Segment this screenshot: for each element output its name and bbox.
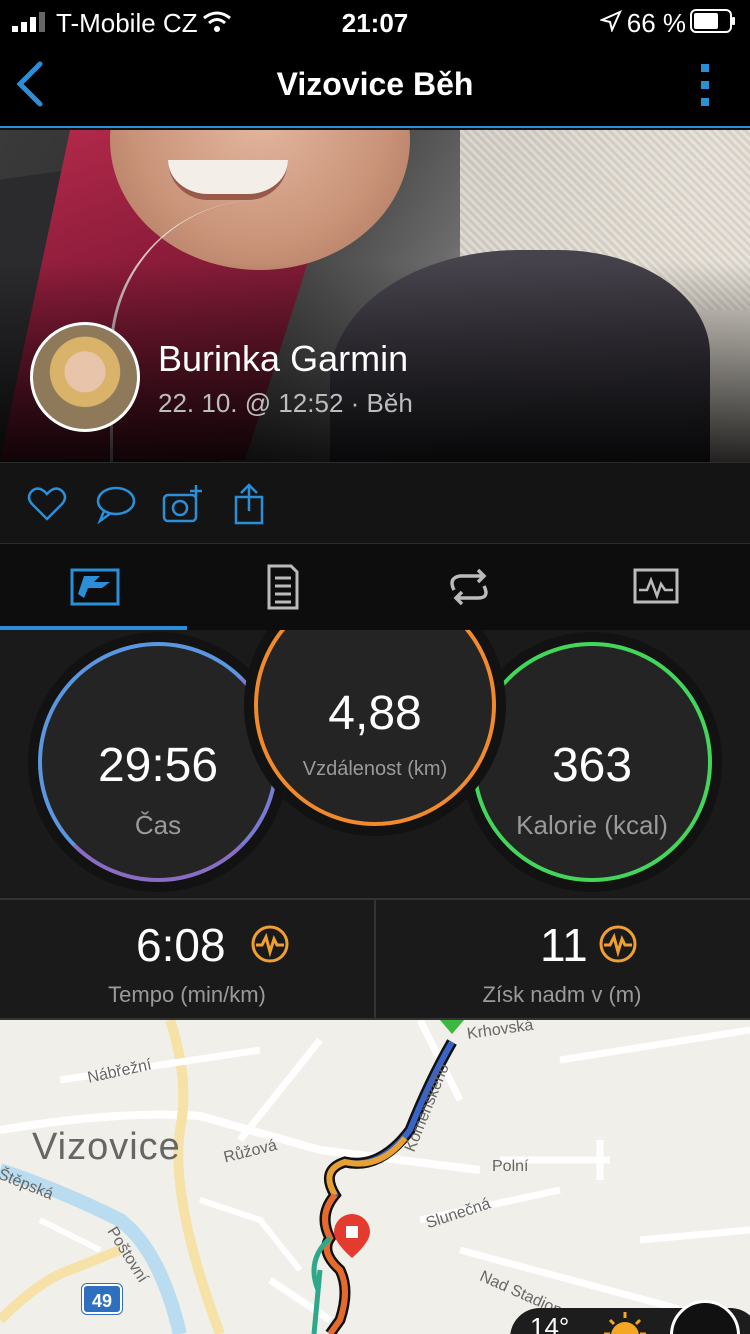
distance-value: 4,88 (328, 687, 422, 740)
overview-icon (70, 568, 120, 606)
tab-laps[interactable] (374, 544, 561, 630)
pace-value: 6:08 (136, 919, 226, 971)
weather-pill[interactable]: 14° (510, 1300, 750, 1334)
activity-meta: 22. 10. @ 12:52 · Běh (158, 388, 413, 418)
details-icon (267, 564, 299, 610)
pace-label: Tempo (min/km) (108, 982, 266, 1007)
comment-icon[interactable] (94, 483, 136, 525)
distance-stat[interactable]: 4,88 Vzdálenost (km) (254, 630, 496, 826)
battery-icon (690, 9, 735, 33)
share-icon[interactable] (228, 483, 270, 525)
location-arrow-icon (600, 10, 622, 32)
sun-icon (604, 1312, 646, 1334)
calories-value: 363 (551, 739, 633, 792)
tab-bar (0, 544, 750, 630)
street-label: Polní (492, 1158, 529, 1175)
route-map[interactable]: Vizovice Nábřežní Růžová Komenského Krho… (0, 1020, 750, 1334)
summary-stats: 29:56 Čas 363 Kalorie (kcal) 4,88 Vzdále… (0, 630, 750, 898)
time-stat[interactable]: 29:56 Čas (38, 642, 278, 882)
road-number-badge: 49 (82, 1284, 122, 1314)
charts-icon (633, 568, 679, 604)
map-town-label: Vizovice (32, 1126, 181, 1168)
avatar[interactable] (30, 322, 140, 432)
user-name[interactable]: Burinka Garmin (158, 338, 408, 380)
time-label: Čas (134, 810, 182, 840)
add-photo-icon[interactable] (162, 483, 204, 525)
metrics-row: 6:08 Tempo (min/km) 11 Získ nadm v (m) (0, 898, 750, 1020)
calories-label: Kalorie (kcal) (516, 810, 668, 840)
pulse-icon (251, 925, 289, 963)
calories-stat[interactable]: 363 Kalorie (kcal) (472, 642, 712, 882)
laps-icon (450, 568, 488, 606)
elevation-metric[interactable]: 11 Získ nadm v (m) (374, 900, 748, 1020)
pulse-icon (599, 925, 637, 963)
tab-details[interactable] (187, 544, 374, 630)
more-options-icon[interactable] (698, 62, 712, 108)
tab-charts[interactable] (561, 544, 748, 630)
heart-icon[interactable] (26, 483, 68, 525)
status-bar: T-Mobile CZ 21:07 66 % (0, 0, 750, 44)
time-value: 29:56 (97, 739, 219, 792)
page-title: Vizovice Běh (276, 66, 474, 102)
battery-percent: 66 % (626, 8, 686, 38)
tab-overview[interactable] (0, 544, 187, 630)
elevation-label: Získ nadm v (m) (482, 982, 642, 1007)
action-bar (0, 462, 750, 544)
pace-metric[interactable]: 6:08 Tempo (min/km) (0, 900, 374, 1020)
nav-bar: Vizovice Běh (0, 44, 750, 128)
distance-label: Vzdálenost (km) (302, 758, 448, 780)
elevation-value: 11 (540, 919, 588, 971)
weather-temp: 14° (530, 1312, 570, 1334)
